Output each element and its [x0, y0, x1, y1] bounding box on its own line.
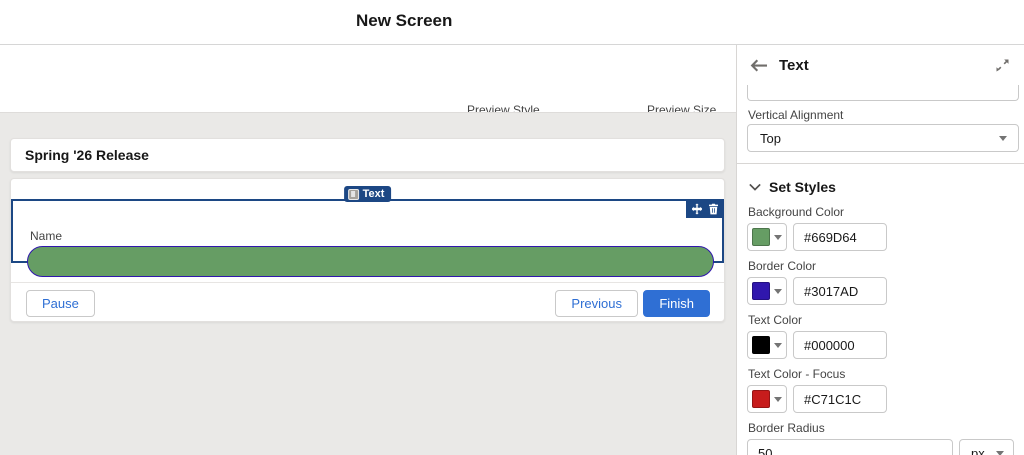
color-swatch [752, 228, 770, 246]
scrolled-input-partial[interactable] [747, 85, 1019, 101]
background-color-label: Background Color [748, 205, 845, 219]
chevron-down-icon [774, 234, 782, 240]
properties-panel: Text Vertical Alignment Top Set Styles B… [736, 45, 1024, 455]
border-radius-field: Border Radius px [747, 421, 1014, 455]
set-styles-header[interactable]: Set Styles [747, 173, 1014, 197]
screen-header-card[interactable]: Spring '26 Release [10, 138, 725, 172]
component-type-label: Text [362, 188, 385, 200]
border-color-label: Border Color [748, 259, 817, 273]
border-radius-unit-dropdown[interactable]: px [959, 439, 1014, 455]
section-divider [737, 163, 1024, 164]
screen-editor-window: New Screen Preview Style Lightning Lite … [0, 0, 1024, 455]
move-icon[interactable] [691, 202, 703, 215]
screen-footer: Pause Previous Finish [11, 283, 724, 323]
background-color-field: Background Color [747, 205, 1014, 251]
text-color-focus-input[interactable] [793, 385, 887, 413]
page-title: New Screen [356, 11, 453, 30]
chevron-down-icon [749, 183, 761, 191]
expand-icon[interactable] [995, 58, 1010, 73]
text-field-preview[interactable] [27, 246, 714, 277]
vertical-alignment-dropdown[interactable]: Top [747, 124, 1019, 152]
text-color-label: Text Color [748, 313, 803, 327]
set-styles-title: Set Styles [769, 179, 836, 195]
panel-header: Text [737, 45, 1024, 85]
vertical-alignment-value: Top [760, 130, 781, 146]
border-radius-label: Border Radius [748, 421, 825, 435]
component-type-badge: Text [343, 186, 392, 202]
border-color-field: Border Color [747, 259, 1014, 305]
text-color-field: Text Color [747, 313, 1014, 359]
text-color-focus-label: Text Color - Focus [748, 367, 846, 381]
chevron-down-icon [996, 450, 1004, 455]
text-component-icon [347, 188, 359, 200]
border-color-swatch-button[interactable] [747, 277, 787, 305]
color-swatch [752, 390, 770, 408]
preview-toolbar: Preview Style Lightning Lite × Preview S… [0, 45, 736, 146]
set-styles-section: Set Styles Background Color Border Color [737, 173, 1024, 455]
text-color-swatch-button[interactable] [747, 331, 787, 359]
chevron-down-icon [774, 288, 782, 294]
background-color-swatch-button[interactable] [747, 223, 787, 251]
screen-title: Spring '26 Release [25, 147, 149, 163]
trash-icon[interactable] [708, 203, 719, 215]
background-color-input[interactable] [793, 223, 887, 251]
previous-button[interactable]: Previous [555, 290, 638, 317]
text-color-input[interactable] [793, 331, 887, 359]
screen-body-card: Name Text Pause Previous Finish [10, 178, 725, 322]
vertical-alignment-label: Vertical Alignment [748, 108, 844, 122]
selected-text-component[interactable]: Name [11, 199, 724, 277]
border-color-input[interactable] [793, 277, 887, 305]
text-color-focus-swatch-button[interactable] [747, 385, 787, 413]
screen-canvas: Spring '26 Release Name Text Pause Previ… [0, 112, 736, 455]
chevron-down-icon [774, 342, 782, 348]
modal-header: New Screen [0, 0, 1024, 45]
color-swatch [752, 282, 770, 300]
component-field-label: Name [30, 229, 63, 243]
text-color-focus-field: Text Color - Focus [747, 367, 1014, 413]
border-radius-unit-value: px [971, 445, 985, 455]
border-radius-input[interactable] [747, 439, 953, 455]
panel-title: Text [779, 57, 809, 74]
chevron-down-icon [999, 135, 1007, 141]
finish-button[interactable]: Finish [643, 290, 710, 317]
component-action-bar [686, 199, 724, 218]
chevron-down-icon [774, 396, 782, 402]
back-arrow-icon[interactable] [750, 58, 767, 73]
color-swatch [752, 336, 770, 354]
pause-button[interactable]: Pause [26, 290, 95, 317]
